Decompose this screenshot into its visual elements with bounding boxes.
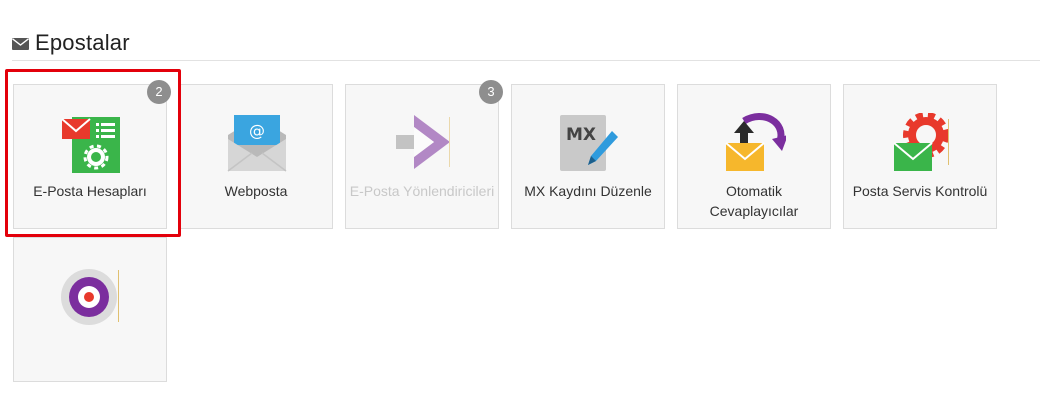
tile-label: E-Posta Hesapları [33,183,147,199]
tile-label: E-Posta Yönlendiricileri [349,183,495,199]
email-accounts-icon [61,117,120,173]
webmail-icon: @ [227,115,287,172]
tile-label: MX Kaydını Düzenle [524,183,652,199]
tile-email-forwarders[interactable]: 3 E-Posta Yönlendiricileri [345,80,503,229]
tile-autoresponders[interactable]: Otomatik Cevaplayıcılar [677,84,831,229]
mail-service-control-icon [893,113,949,171]
email-forwarder-icon [396,115,450,169]
tile-mail-service-control[interactable]: Posta Servis Kontrolü [843,84,997,229]
tile-label: Otomatik Cevaplayıcılar [709,183,799,219]
spam-filter-icon [61,269,119,325]
svg-text:@: @ [249,121,265,140]
tile-email-accounts[interactable]: 2 E-Posta Hesapları [13,80,171,229]
tile-label: Posta Servis Kontrolü [852,183,988,199]
svg-text:MX: MX [566,125,596,145]
count-badge: 2 [147,80,171,104]
tile-label: Webposta [224,183,288,199]
section-header: Epostalar [12,26,1040,61]
section-title: Epostalar [35,30,130,55]
tile-mx-record[interactable]: MX MX Kaydını Düzenle [511,84,665,229]
tile-webmail[interactable]: @ Webposta [179,84,333,229]
tile-spam-filter[interactable] [13,237,167,382]
autoresponder-icon [725,113,786,171]
mx-record-icon: MX [560,115,618,171]
count-badge: 3 [479,80,503,104]
envelope-icon [12,37,29,50]
